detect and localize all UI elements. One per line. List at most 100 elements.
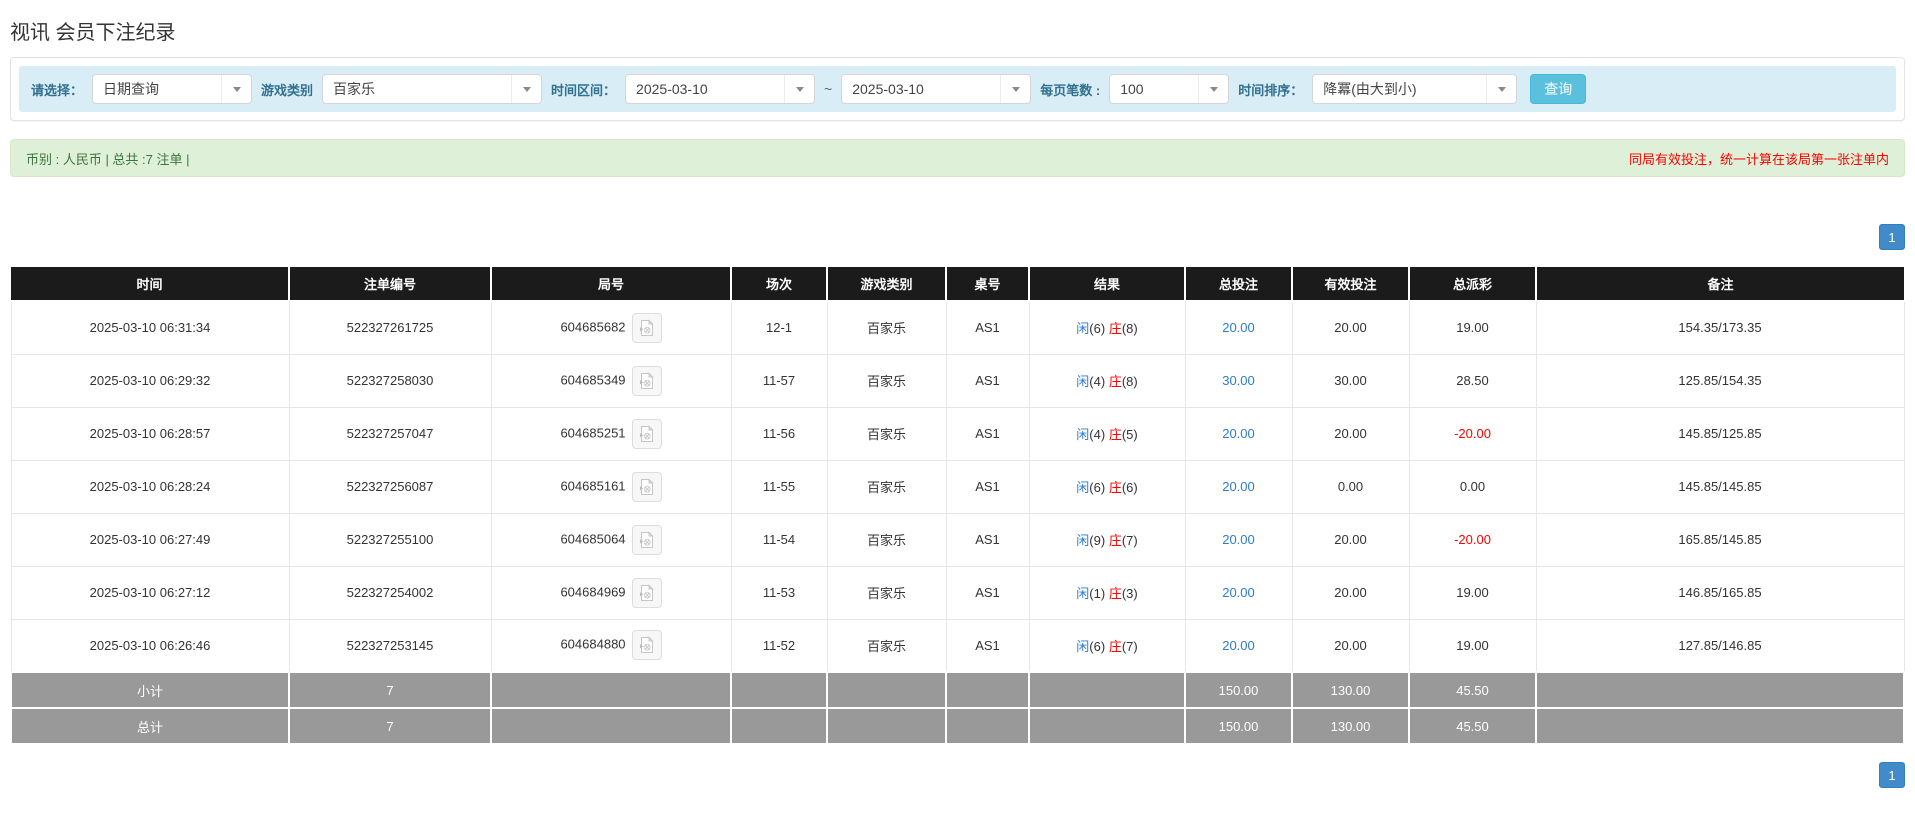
total-bet-link[interactable]: 20.00 [1222, 479, 1255, 494]
result-player-score: (9) [1089, 533, 1106, 548]
cell-valid-bet: 0.00 [1291, 459, 1410, 514]
payout-value: 0.00 [1459, 479, 1486, 494]
total-bet-link[interactable]: 20.00 [1222, 532, 1255, 547]
cell-payout: 19.00 [1408, 618, 1537, 673]
caret-down-icon[interactable] [784, 75, 814, 103]
caret-down-icon[interactable] [1486, 75, 1516, 103]
round-id-text: 604685349 [560, 371, 626, 387]
cell-result: 闲(6) 庄(6) [1028, 459, 1186, 514]
page-1-button[interactable]: 1 [1879, 224, 1905, 250]
sort-select[interactable]: 降冪(由大到小) [1312, 74, 1518, 104]
col-header-payout: 总派彩 [1409, 267, 1537, 302]
filter-bar: 请选择： 日期查询 游戏类别 百家乐 时间区间： 2025-03-10 ~ 20… [19, 66, 1896, 112]
video-record-button[interactable] [631, 524, 662, 555]
total-empty-game [826, 707, 947, 745]
cell-total-bet[interactable]: 20.00 [1184, 618, 1293, 673]
subtotal-empty-note [1535, 671, 1905, 709]
result-player-score: (6) [1089, 638, 1106, 654]
cell-total-bet[interactable]: 20.00 [1184, 300, 1293, 355]
result-banker-score: (8) [1121, 374, 1138, 389]
total-bet-link[interactable]: 30.00 [1222, 373, 1255, 388]
summary-notice: 同局有效投注，统一计算在该局第一张注单内 [1628, 151, 1889, 167]
total-bet-link[interactable]: 20.00 [1222, 585, 1255, 600]
video-record-button[interactable] [631, 577, 662, 608]
caret-down-icon[interactable] [511, 75, 541, 103]
cell-bet-id: 522327256087 [288, 459, 492, 514]
cell-game-type: 百家乐 [826, 618, 947, 673]
col-header-result: 结果 [1029, 267, 1186, 302]
result-banker-label: 庄 [1108, 638, 1122, 654]
subtotal-payout: 45.50 [1408, 671, 1537, 709]
col-header-total_bet: 总投注 [1185, 267, 1293, 302]
cell-table-no: AS1 [945, 565, 1030, 620]
caret-down-icon[interactable] [221, 75, 251, 103]
page-size-select[interactable]: 100 [1109, 74, 1230, 104]
date-to-value: 2025-03-10 [852, 81, 924, 97]
subtotal-empty-round [490, 671, 732, 709]
total-bet-link[interactable]: 20.00 [1222, 320, 1255, 335]
cell-total-bet[interactable]: 20.00 [1184, 512, 1293, 567]
subtotal-count: 7 [288, 671, 492, 709]
video-record-button[interactable] [631, 471, 662, 502]
cell-note: 145.85/125.85 [1535, 406, 1905, 461]
cell-game-type: 百家乐 [826, 300, 947, 355]
mode-select[interactable]: 日期查询 [92, 74, 253, 104]
result-player-label: 闲 [1076, 480, 1090, 495]
cell-total-bet[interactable]: 20.00 [1184, 406, 1293, 461]
page-1-button[interactable]: 1 [1879, 762, 1905, 788]
cell-note: 127.85/146.85 [1535, 618, 1905, 673]
video-record-button[interactable] [631, 418, 662, 449]
cell-session: 11-53 [730, 565, 828, 620]
tilde-separator: ~ [824, 81, 833, 97]
cell-time: 2025-03-10 06:26:46 [10, 618, 290, 673]
date-from-select[interactable]: 2025-03-10 [625, 74, 816, 104]
result-player-label: 闲 [1076, 586, 1090, 601]
total-total-bet: 150.00 [1184, 707, 1293, 745]
round-id-text: 604684880 [560, 636, 626, 652]
cell-table-no: AS1 [945, 300, 1030, 355]
result-player-label: 闲 [1076, 374, 1090, 389]
sort-select-value: 降冪(由大到小) [1323, 81, 1417, 97]
result-banker-score: (6) [1121, 480, 1138, 495]
summary-bar: 币别 : 人民币 | 总共 :7 注单 | 同局有效投注，统一计算在该局第一张注… [10, 139, 1905, 177]
subtotal-valid-bet: 130.00 [1291, 671, 1410, 709]
caret-down-icon[interactable] [1000, 75, 1030, 103]
table-row: 2025-03-10 06:28:24 522327256087 604685161… [10, 459, 1905, 514]
round-id-text: 604685064 [560, 530, 626, 546]
cell-session: 11-54 [730, 512, 828, 567]
cell-round-id: 604685682 [490, 300, 732, 355]
cell-round-id: 604684969 [490, 565, 732, 620]
cell-total-bet[interactable]: 30.00 [1184, 353, 1293, 408]
video-record-icon [639, 477, 654, 495]
cell-valid-bet: 20.00 [1291, 512, 1410, 567]
result-player-label: 闲 [1076, 321, 1090, 337]
cell-result: 闲(6) 庄(8) [1028, 300, 1186, 355]
video-record-button[interactable] [631, 630, 662, 661]
cell-note: 154.35/173.35 [1535, 300, 1905, 355]
result-banker-score: (5) [1121, 427, 1138, 442]
cell-total-bet[interactable]: 20.00 [1184, 565, 1293, 620]
caret-down-icon[interactable] [1198, 75, 1228, 103]
round-id-text: 604685161 [560, 477, 626, 493]
col-header-time: 时间 [11, 267, 290, 302]
date-to-select[interactable]: 2025-03-10 [841, 74, 1032, 104]
video-record-icon [639, 636, 654, 654]
cell-total-bet[interactable]: 20.00 [1184, 459, 1293, 514]
cell-bet-id: 522327261725 [288, 300, 492, 355]
total-row: 总计 7 150.00 130.00 45.50 [10, 707, 1905, 745]
table-row: 2025-03-10 06:27:49 522327255100 604685064… [10, 512, 1905, 567]
video-record-button[interactable] [631, 365, 662, 396]
cell-game-type: 百家乐 [826, 353, 947, 408]
video-record-button[interactable] [631, 312, 662, 343]
total-empty-table [945, 707, 1030, 745]
result-player-label: 闲 [1076, 427, 1090, 442]
total-bet-link[interactable]: 20.00 [1222, 638, 1255, 653]
query-button[interactable]: 查询 [1530, 74, 1587, 104]
cell-time: 2025-03-10 06:27:49 [10, 512, 290, 567]
cell-payout: 19.00 [1408, 300, 1537, 355]
game-type-select[interactable]: 百家乐 [322, 74, 543, 104]
total-bet-link[interactable]: 20.00 [1222, 426, 1255, 441]
date-from-value: 2025-03-10 [636, 81, 708, 97]
result-banker-label: 庄 [1108, 374, 1122, 389]
video-record-icon [639, 424, 654, 442]
